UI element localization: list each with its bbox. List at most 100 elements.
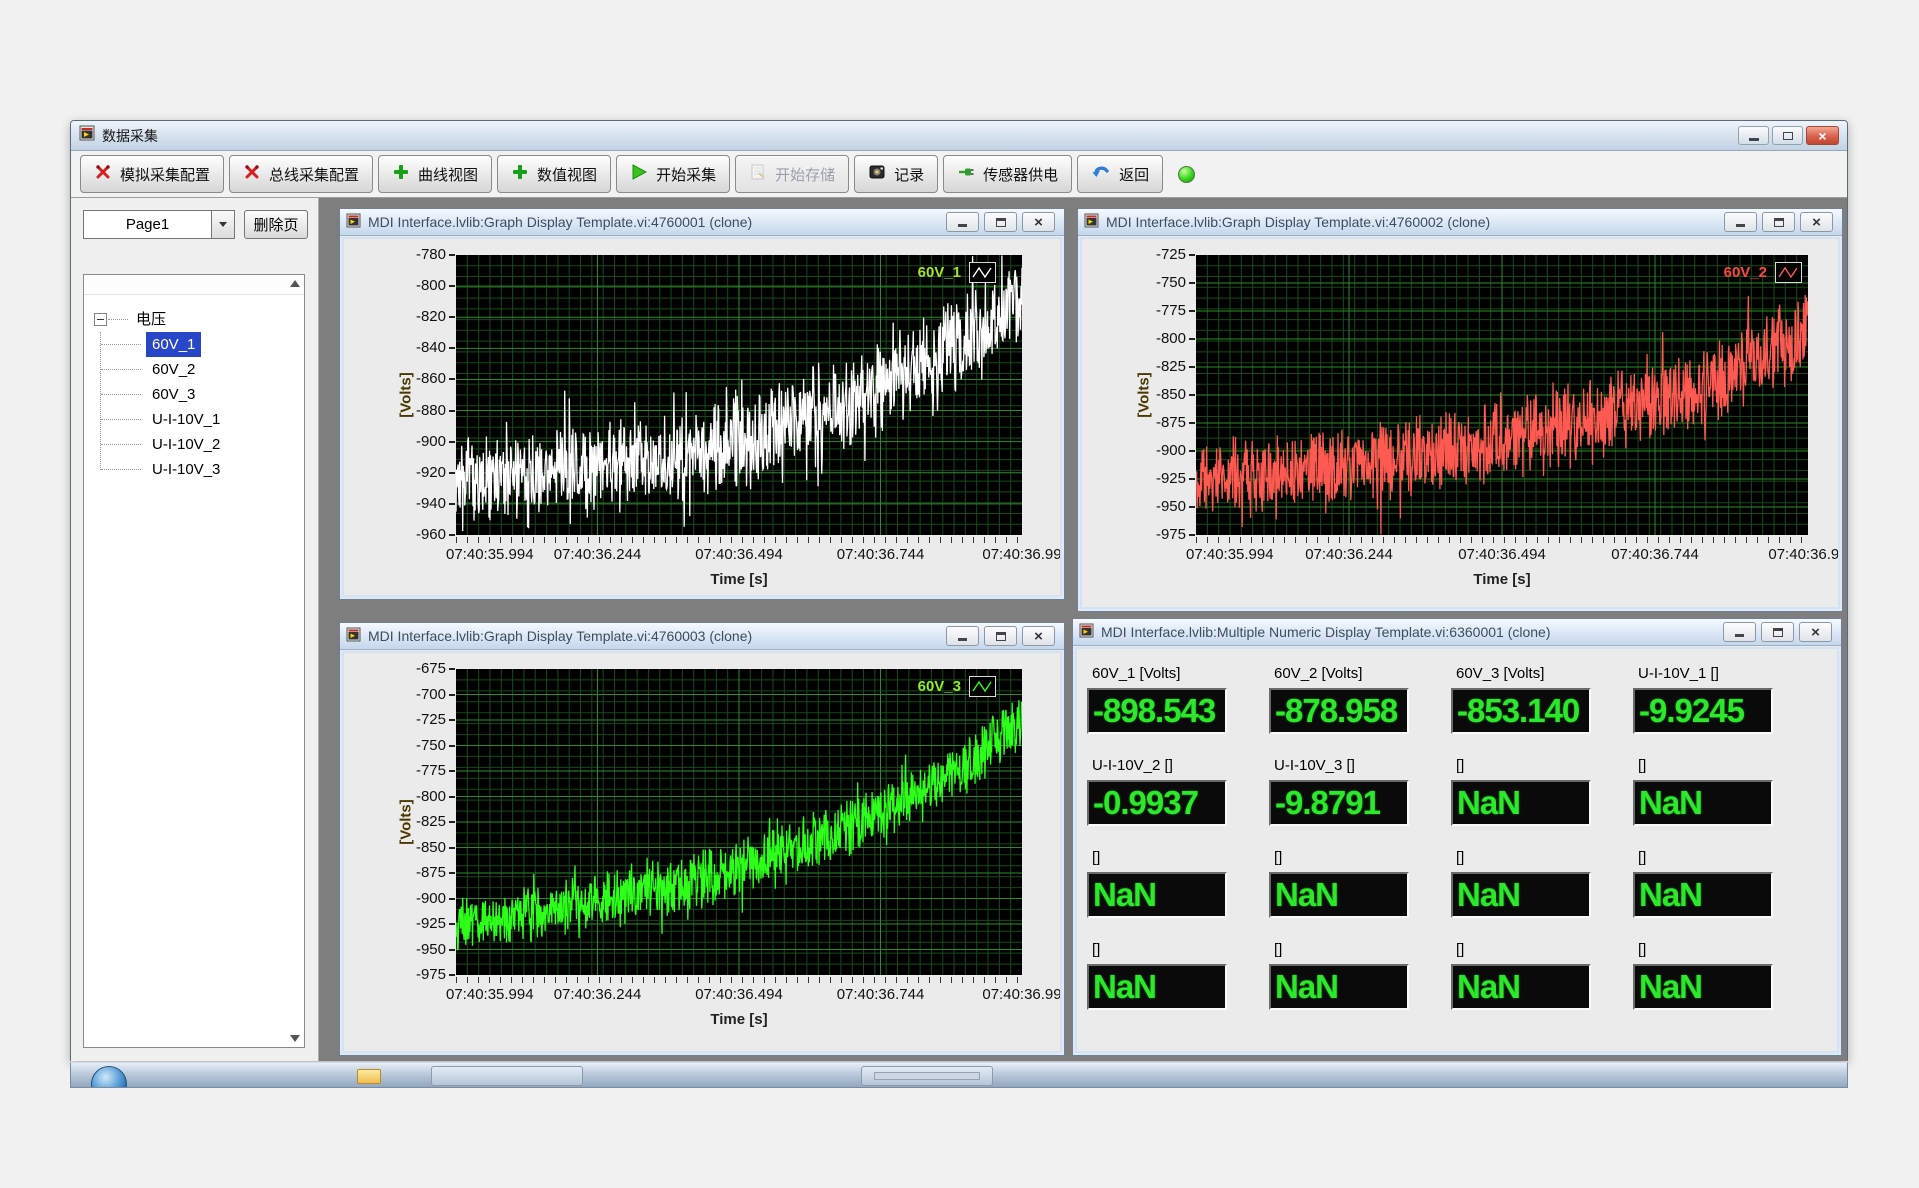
numeric-indicator: 60V_1 [Volts]-898.543 — [1087, 663, 1269, 755]
numeric-indicator-display: NaN — [1451, 964, 1591, 1010]
toolbar-button-start-acquire[interactable]: 开始采集 — [616, 155, 730, 193]
tree-item-U-I-10V_2[interactable]: U-I-10V_2 — [84, 432, 286, 457]
numeric-indicator-display: NaN — [1269, 964, 1409, 1010]
window-maximize-button[interactable] — [1772, 126, 1803, 145]
numeric-indicator: []NaN — [1451, 755, 1633, 847]
tree-item-60V_1[interactable]: 60V_1 — [84, 332, 286, 357]
y-tick-mark — [1189, 310, 1195, 312]
y-tick-mark — [449, 347, 455, 349]
waveform-graph-60v3[interactable]: [Volts]-675-700-725-750-775-800-825-850-… — [344, 653, 1060, 1051]
child-close-button[interactable]: × — [1800, 212, 1833, 232]
graph-window-1-titlebar[interactable]: MDI Interface.lvlib:Graph Display Templa… — [340, 209, 1064, 236]
toolbar-button-label: 传感器供电 — [983, 164, 1058, 185]
toolbar-button-sensor-power[interactable]: 传感器供电 — [943, 155, 1072, 193]
tree-collapse-icon[interactable] — [94, 313, 107, 326]
waveform-graph-60v1[interactable]: [Volts]-780-800-820-840-860-880-900-920-… — [344, 239, 1060, 595]
numeric-indicator-display: NaN — [1633, 872, 1773, 918]
x-axis-label: Time [s] — [710, 1011, 767, 1028]
y-tick-label: -975 — [394, 966, 446, 983]
sidebar: Page1 删除页 电压60V_160V_260V_3U-I-10V_1U-I-… — [71, 198, 319, 1061]
x-tick-marks — [1196, 537, 1808, 543]
toolbar-button-bus-acq-config[interactable]: 总线采集配置 — [229, 155, 373, 193]
labview-vi-icon — [346, 627, 361, 645]
tree-root-item[interactable]: 电压 — [84, 307, 286, 332]
x-tick-label: 07:40:36.244 — [1305, 546, 1393, 563]
y-tick-label: -725 — [1134, 246, 1186, 263]
tree-item-U-I-10V_3[interactable]: U-I-10V_3 — [84, 457, 286, 482]
tree-item-label: 60V_1 — [146, 332, 201, 357]
y-tick-mark — [449, 847, 455, 849]
taskbar-window-button[interactable] — [431, 1066, 583, 1086]
numeric-indicator-value: NaN — [1453, 874, 1589, 915]
child-close-button[interactable]: × — [1022, 212, 1055, 232]
plot-area[interactable] — [456, 669, 1022, 975]
y-tick-label: -880 — [394, 402, 446, 419]
window-minimize-button[interactable] — [1738, 126, 1769, 145]
toolbar-button-back[interactable]: 返回 — [1077, 155, 1163, 193]
close-icon: × — [1818, 129, 1826, 143]
graph-window-3-titlebar[interactable]: MDI Interface.lvlib:Graph Display Templa… — [340, 623, 1064, 650]
page-select-dropdown-button[interactable] — [211, 211, 234, 238]
x-tick-label: 07:40:36.244 — [554, 986, 642, 1003]
tree-item-60V_3[interactable]: 60V_3 — [84, 382, 286, 407]
y-tick-label: -750 — [1134, 274, 1186, 291]
tree-item-60V_2[interactable]: 60V_2 — [84, 357, 286, 382]
numeric-indicator-display: NaN — [1451, 872, 1591, 918]
numeric-indicator-label: 60V_2 [Volts] — [1269, 663, 1451, 688]
restore-icon — [1774, 218, 1784, 227]
close-icon: × — [1811, 625, 1820, 640]
close-icon: × — [1034, 215, 1043, 230]
child-restore-button[interactable] — [984, 626, 1017, 646]
child-minimize-button[interactable] — [946, 212, 979, 232]
folder-icon[interactable] — [357, 1069, 381, 1084]
y-tick-label: -900 — [1134, 442, 1186, 459]
plot-legend[interactable]: 60V_3 — [918, 676, 996, 697]
child-close-button[interactable]: × — [1022, 626, 1055, 646]
plot-area[interactable] — [1196, 255, 1808, 535]
plot-legend[interactable]: 60V_2 — [1724, 262, 1802, 283]
start-button[interactable] — [91, 1066, 127, 1088]
y-tick-label: -875 — [1134, 414, 1186, 431]
numeric-indicator: []NaN — [1633, 939, 1815, 1031]
tree-item-U-I-10V_1[interactable]: U-I-10V_1 — [84, 407, 286, 432]
window-close-button[interactable]: × — [1806, 126, 1839, 145]
delete-page-button[interactable]: 删除页 — [244, 210, 308, 239]
x-tick-label: 07:40:36.744 — [837, 986, 925, 1003]
toolbar-button-record[interactable]: 记录 — [854, 155, 938, 193]
numeric-window-titlebar[interactable]: MDI Interface.lvlib:Multiple Numeric Dis… — [1073, 619, 1841, 646]
child-restore-button[interactable] — [1762, 212, 1795, 232]
numeric-window-title: MDI Interface.lvlib:Multiple Numeric Dis… — [1101, 624, 1550, 640]
toolbar-button-curve-view[interactable]: 曲线视图 — [378, 155, 492, 193]
x-tick-label: 07:40:36.244 — [554, 546, 642, 563]
minimize-icon — [958, 224, 967, 227]
child-minimize-button[interactable] — [946, 626, 979, 646]
tools-icon — [94, 163, 112, 185]
legend-label: 60V_1 — [918, 264, 961, 281]
y-tick-mark — [1189, 338, 1195, 340]
y-tick-label: -860 — [394, 370, 446, 387]
child-restore-button[interactable] — [984, 212, 1017, 232]
y-tick-label: -925 — [1134, 470, 1186, 487]
y-tick-mark — [1189, 254, 1195, 256]
plot-area[interactable] — [456, 255, 1022, 535]
scroll-down-icon[interactable] — [290, 1035, 300, 1042]
child-restore-button[interactable] — [1761, 622, 1794, 642]
legend-label: 60V_2 — [1724, 264, 1767, 281]
scroll-up-icon[interactable] — [290, 280, 300, 287]
child-minimize-button[interactable] — [1724, 212, 1757, 232]
page-select[interactable]: Page1 — [83, 210, 235, 239]
waveform-graph-60v2[interactable]: [Volts]-725-750-775-800-825-850-875-900-… — [1082, 239, 1838, 607]
toolbar-button-analog-acq-config[interactable]: 模拟采集配置 — [80, 155, 224, 193]
numeric-indicator: U-I-10V_2 []-0.9937 — [1087, 755, 1269, 847]
taskbar-window-button-2[interactable] — [861, 1066, 993, 1086]
graph-window-1-title: MDI Interface.lvlib:Graph Display Templa… — [368, 214, 752, 230]
child-close-button[interactable]: × — [1799, 622, 1832, 642]
child-minimize-button[interactable] — [1723, 622, 1756, 642]
graph-window-2-titlebar[interactable]: MDI Interface.lvlib:Graph Display Templa… — [1078, 209, 1842, 236]
plus-icon — [511, 163, 529, 185]
numeric-window: MDI Interface.lvlib:Multiple Numeric Dis… — [1072, 618, 1842, 1056]
numeric-indicator-value: NaN — [1635, 874, 1771, 915]
page-select-value: Page1 — [84, 216, 211, 233]
toolbar-button-numeric-view[interactable]: 数值视图 — [497, 155, 611, 193]
plot-legend[interactable]: 60V_1 — [918, 262, 996, 283]
